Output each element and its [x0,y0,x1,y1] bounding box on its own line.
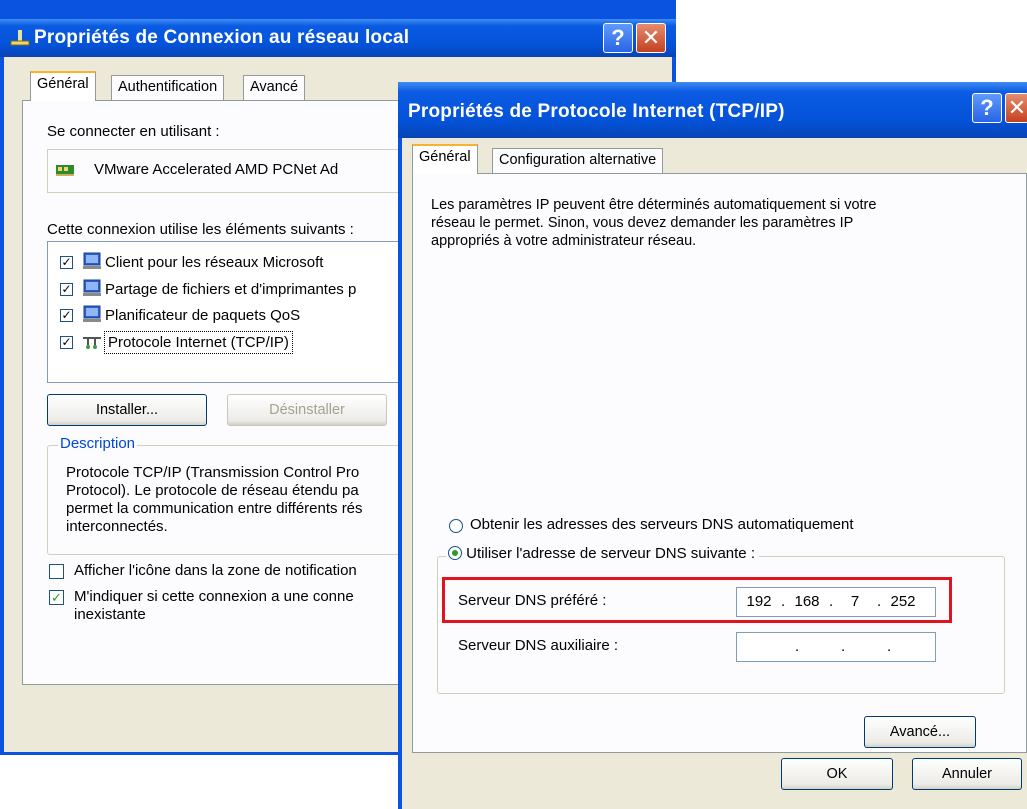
check-mark-icon: ✓ [61,308,72,322]
ip-dot: . [887,638,892,655]
uninstall-button[interactable]: Désinstaller [227,394,387,426]
items-label: Cette connexion utilise les éléments sui… [47,221,354,238]
ip-dot: . [781,593,786,610]
dns-manual-group: Utiliser l'adresse de serveur DNS suivan… [437,545,1005,694]
item-checkbox[interactable]: ✓ [60,283,73,296]
close-button[interactable]: ✕ [636,23,666,53]
network-client-icon [82,252,102,274]
item-checkbox[interactable]: ✓ [60,256,73,269]
description-line: permet la communication entre différents… [66,500,363,517]
title-bar[interactable]: Propriétés de Connexion au réseau local … [0,19,676,57]
ip-octet[interactable]: 192 [739,593,779,610]
tab-alternate-config[interactable]: Configuration alternative [492,148,664,174]
intro-text: Les paramètres IP peuvent être déterminé… [431,196,876,250]
window-client-area: Général Configuration alternative Les pa… [402,138,1027,809]
check-mark-icon: ✓ [61,255,72,269]
help-button[interactable]: ? [603,23,633,53]
window-title: Propriétés de Protocole Internet (TCP/IP… [408,101,785,122]
advanced-button[interactable]: Avancé... [864,716,976,748]
network-connection-icon [10,28,30,48]
network-card-icon [56,163,76,181]
title-bar[interactable]: Propriétés de Protocole Internet (TCP/IP… [398,82,1027,138]
item-label: Protocole Internet (TCP/IP) [104,331,293,354]
tab-authentication[interactable]: Authentification [111,75,225,101]
help-button[interactable]: ? [972,93,1002,123]
tab-general[interactable]: Général [412,144,478,174]
show-icon-label: Afficher l'icône dans la zone de notific… [74,562,357,579]
ip-octet[interactable]: 252 [883,593,923,610]
dns-auto-label: Obtenir les adresses des serveurs DNS au… [470,516,854,533]
dns-auto-radio[interactable] [449,519,463,533]
window-title: Propriétés de Connexion au réseau local [34,27,410,48]
ok-button[interactable]: OK [781,758,893,790]
adapter-name: VMware Accelerated AMD PCNet Ad [94,161,339,178]
item-checkbox[interactable]: ✓ [60,336,73,349]
install-button[interactable]: Installer... [47,394,207,426]
tcpip-properties-window: Propriétés de Protocole Internet (TCP/IP… [398,82,1027,809]
ip-octet[interactable]: 168 [787,593,827,610]
intro-line: réseau le permet. Sinon, vous devez dema… [431,215,854,231]
dns-manual-legend: Utiliser l'adresse de serveur DNS suivan… [446,545,759,562]
file-sharing-icon [82,279,102,301]
check-mark-icon: ✓ [61,282,72,296]
alternate-dns-label: Serveur DNS auxiliaire : [458,637,619,654]
dns-manual-label: Utiliser l'adresse de serveur DNS suivan… [466,545,755,562]
check-mark-icon: ✓ [51,590,62,605]
preferred-dns-label: Serveur DNS préféré : [458,592,607,609]
item-label: Planificateur de paquets QoS [105,307,301,324]
description-line: interconnectés. [66,518,168,535]
tab-panel: Les paramètres IP peuvent être déterminé… [412,173,1027,753]
notify-label-continued: inexistante [74,606,146,623]
check-mark-icon: ✓ [61,335,72,349]
ip-dot: . [841,638,846,655]
notify-checkbox[interactable]: ✓ [49,590,64,605]
alternate-dns-field[interactable]: . . . [736,632,936,662]
preferred-dns-field[interactable]: 192 . 168 . 7 . 252 [736,587,936,617]
tab-advanced[interactable]: Avancé [243,75,306,101]
description-text: Protocole TCP/IP (Transmission Control P… [66,464,386,549]
item-checkbox[interactable]: ✓ [60,309,73,322]
description-line: Protocole TCP/IP (Transmission Control P… [66,464,360,481]
tab-general[interactable]: Général [30,71,96,101]
description-line: Protocol). Le protocole de réseau étendu… [66,482,359,499]
connect-using-label: Se connecter en utilisant : [47,123,220,140]
intro-line: Les paramètres IP peuvent être déterminé… [431,197,877,213]
item-label: Client pour les réseaux Microsoft [105,254,324,271]
ip-octet[interactable]: 7 [835,593,875,610]
qos-scheduler-icon [82,305,102,327]
notify-label: M'indiquer si cette connexion a une conn… [74,588,354,605]
ip-dot: . [795,638,800,655]
dns-manual-radio[interactable] [448,546,462,560]
intro-line: appropriés à votre administrateur réseau… [431,233,697,249]
cancel-button[interactable]: Annuler [912,758,1022,790]
show-icon-checkbox[interactable] [49,564,64,579]
ip-dot: . [877,593,882,610]
description-legend: Description [58,435,138,452]
item-label: Partage de fichiers et d'imprimantes p [105,281,357,298]
ip-dot: . [829,593,834,610]
close-button[interactable]: ✕ [1005,93,1027,123]
protocol-icon [82,334,102,354]
